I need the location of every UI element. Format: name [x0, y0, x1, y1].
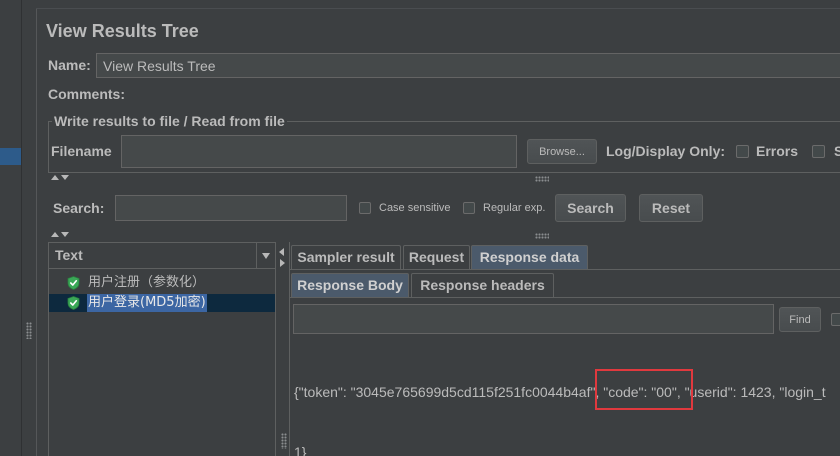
- splitter-expand-down-icon[interactable]: [61, 232, 69, 237]
- splitter-expand-up-icon[interactable]: [51, 232, 59, 237]
- splitter-collapse-right-icon[interactable]: [280, 259, 285, 267]
- response-body-segment: , "userid": 1423, "login_t: [676, 384, 826, 400]
- tab-response-data[interactable]: Response data: [471, 245, 588, 270]
- response-body-line: 1}: [294, 444, 307, 456]
- splitter-grip-icon[interactable]: [281, 433, 287, 449]
- response-tabs-divider: [289, 297, 840, 298]
- test-plan-tree-strip: [0, 0, 22, 456]
- splitter-expand-down-icon[interactable]: [61, 175, 69, 180]
- search-button[interactable]: Search: [555, 194, 626, 222]
- filename-input[interactable]: [121, 135, 517, 168]
- renderer-select-arrow[interactable]: [256, 243, 276, 268]
- response-body-text[interactable]: {"token": "3045e765699d5cd115f251fc0044b…: [294, 320, 840, 456]
- reset-button[interactable]: Reset: [639, 194, 703, 222]
- tab-response-body[interactable]: Response Body: [291, 273, 409, 298]
- response-code-field: "code": "00": [595, 369, 694, 410]
- tab-response-headers[interactable]: Response headers: [411, 273, 554, 298]
- name-input[interactable]: [96, 53, 840, 78]
- errors-checkbox[interactable]: [736, 145, 749, 158]
- filename-label: Filename: [51, 143, 112, 159]
- splitter-grip-icon[interactable]: [26, 322, 32, 339]
- splitter-collapse-left-icon[interactable]: [279, 248, 284, 256]
- results-tree-item[interactable]: 用户注册（参数化）: [49, 274, 275, 292]
- comments-label: Comments:: [48, 86, 126, 102]
- response-body-line: {"token": "3045e765699d5cd115f251fc0044b…: [294, 369, 840, 410]
- test-plan-tree-selected-item[interactable]: [0, 148, 21, 165]
- renderer-select-value: Text: [55, 247, 83, 263]
- name-label: Name:: [48, 57, 91, 73]
- search-label: Search:: [53, 200, 105, 216]
- search-input[interactable]: [115, 195, 347, 221]
- tabs-divider: [289, 269, 840, 270]
- splitter-expand-up-icon[interactable]: [51, 175, 59, 180]
- successes-checkbox[interactable]: [812, 145, 825, 158]
- main-panel-left-border: [36, 8, 37, 456]
- results-tree-item-label: 用户注册（参数化）: [88, 275, 206, 290]
- regular-exp-checkbox[interactable]: [463, 202, 475, 214]
- results-tree-item-label: 用户登录(MD5加密): [87, 294, 207, 312]
- comments-input[interactable]: [128, 83, 840, 106]
- regular-exp-label[interactable]: Regular exp.: [483, 201, 545, 215]
- successes-label[interactable]: S: [834, 143, 840, 159]
- page-title: View Results Tree: [46, 21, 199, 41]
- tab-sampler-result[interactable]: Sampler result: [291, 245, 401, 270]
- case-sensitive-checkbox[interactable]: [359, 202, 371, 214]
- success-shield-icon: [67, 276, 80, 290]
- browse-button[interactable]: Browse...: [527, 139, 597, 164]
- splitter-grip-icon[interactable]: [535, 176, 549, 182]
- chevron-down-icon: [262, 253, 270, 259]
- splitter-grip-icon[interactable]: [535, 233, 549, 239]
- success-shield-icon: [67, 296, 80, 310]
- write-results-legend: Write results to file / Read from file: [52, 113, 287, 129]
- tab-request[interactable]: Request: [403, 245, 470, 270]
- log-display-only-label: Log/Display Only:: [606, 143, 726, 159]
- errors-label[interactable]: Errors: [756, 143, 798, 159]
- main-panel-top-border: [36, 8, 840, 9]
- case-sensitive-label[interactable]: Case sensitive: [379, 201, 451, 215]
- response-body-segment: {"token": "3045e765699d5cd115f251fc0044b…: [294, 384, 604, 400]
- results-tree-item-selected[interactable]: 用户登录(MD5加密): [49, 294, 275, 312]
- response-body-segment: "code": "00": [603, 384, 677, 400]
- renderer-select[interactable]: Text: [48, 242, 276, 269]
